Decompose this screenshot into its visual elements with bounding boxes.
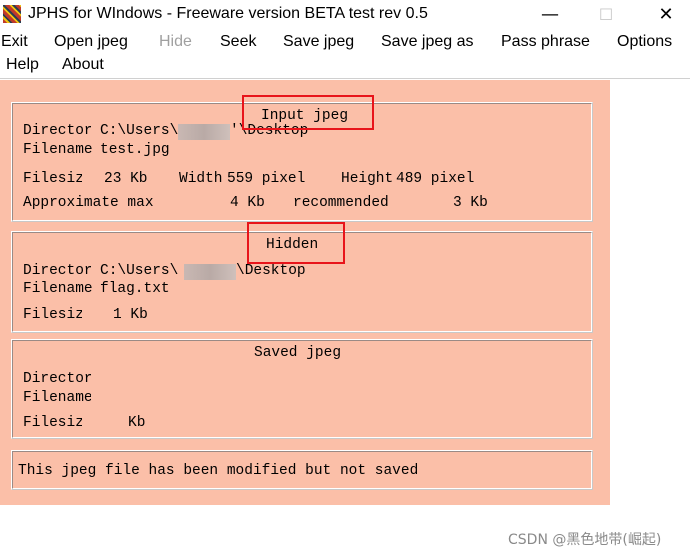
menu-seek[interactable]: Seek [220, 33, 256, 51]
menu-separator [0, 78, 690, 79]
status-panel: This jpeg file has been modified but not… [11, 450, 593, 490]
title-bar: JPHS for WIndows - Freeware version BETA… [0, 0, 690, 30]
input-height-value: 489 pixel [396, 171, 475, 187]
hidden-filename-label: Filename [23, 281, 93, 297]
maximize-button[interactable]: ☐ [586, 2, 626, 28]
input-approx-value: 4 Kb [230, 195, 265, 211]
hidden-directory-suffix: \Desktop [236, 263, 306, 279]
input-directory-prefix: C:\Users\ [100, 123, 179, 139]
menu-help[interactable]: Help [6, 56, 39, 74]
input-filename-value: test.jpg [100, 142, 170, 158]
hidden-directory-prefix: C:\Users\ [100, 263, 179, 279]
minimize-button[interactable]: — [530, 2, 570, 28]
input-recommended-value: 3 Kb [453, 195, 488, 211]
menu-save-jpeg-as[interactable]: Save jpeg as [381, 33, 474, 51]
input-height-label: Height [341, 171, 394, 187]
menu-options[interactable]: Options [617, 33, 672, 51]
menu-pass-phrase[interactable]: Pass phrase [501, 33, 590, 51]
saved-directory-label: Directory [23, 371, 91, 387]
saved-panel-heading: Saved jpeg [254, 345, 342, 361]
highlight-box-hidden [247, 222, 345, 264]
menu-open-jpeg[interactable]: Open jpeg [54, 33, 128, 51]
input-directory-label: Directory [23, 123, 91, 139]
watermark: CSDN @黑色地带(崛起) [508, 532, 662, 548]
saved-filename-label: Filename [23, 390, 91, 406]
input-width-value: 559 pixel [227, 171, 306, 187]
input-recommended-label: recommended [293, 195, 389, 211]
menu-exit[interactable]: Exit [1, 33, 28, 51]
input-width-label: Width [179, 171, 223, 187]
hidden-filesize-label: Filesize [23, 307, 82, 323]
input-filesize-value: 23 Kb [104, 171, 148, 187]
hidden-filename-value: flag.txt [100, 281, 170, 297]
window-title: JPHS for WIndows - Freeware version BETA… [28, 5, 428, 22]
redacted-username [184, 264, 236, 280]
menu-hide[interactable]: Hide [159, 33, 192, 51]
menu-about[interactable]: About [62, 56, 104, 74]
status-message: This jpeg file has been modified but not… [18, 463, 419, 479]
input-filename-label: Filename [23, 142, 93, 158]
input-approx-label: Approximate max [23, 195, 154, 211]
saved-jpeg-panel: Saved jpeg Directory Filename Filesize K… [11, 339, 593, 439]
menu-bar: Exit Open jpeg Hide Seek Save jpeg Save … [0, 30, 690, 78]
saved-filesize-label: Filesize [23, 415, 82, 431]
redacted-username [178, 124, 230, 140]
highlight-box-input-jpeg [242, 95, 374, 130]
hidden-directory-label: Directory [23, 263, 91, 279]
close-button[interactable]: ✕ [646, 2, 686, 28]
menu-save-jpeg[interactable]: Save jpeg [283, 33, 354, 51]
hidden-filesize-value: 1 Kb [113, 307, 148, 323]
saved-filesize-value: Kb [128, 415, 146, 431]
input-filesize-label: Filesize [23, 171, 82, 187]
app-icon [3, 5, 21, 23]
